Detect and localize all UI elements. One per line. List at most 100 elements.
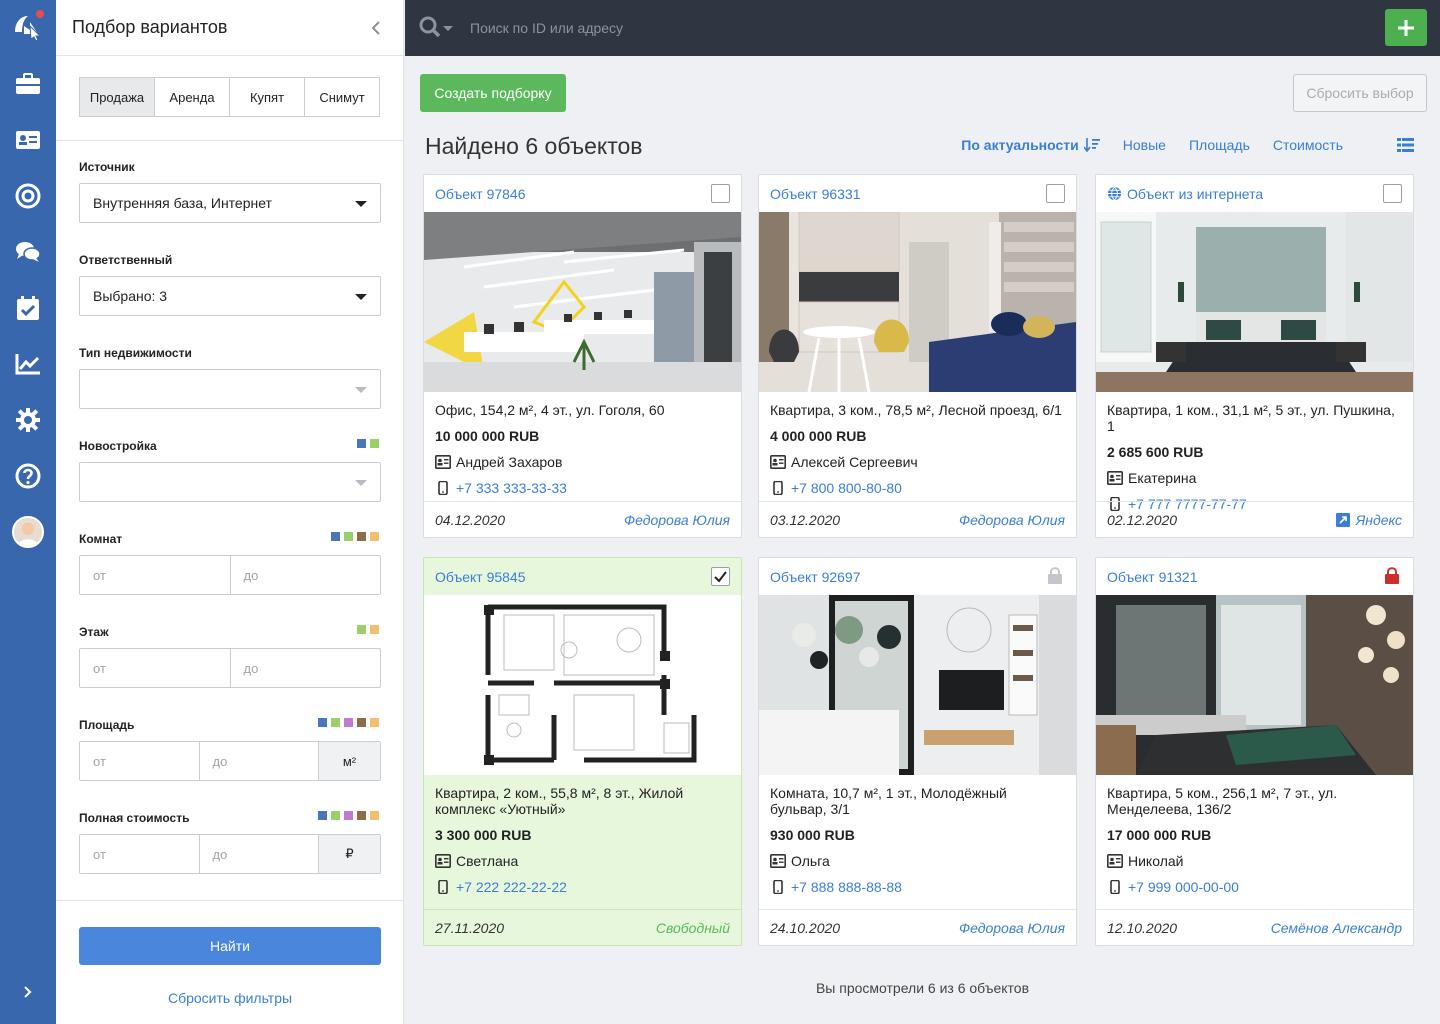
floorplan-image[interactable] [424, 595, 741, 775]
master-bedroom-photo[interactable] [1096, 595, 1413, 775]
sort-relevance[interactable]: По актуальности [961, 137, 1100, 153]
list-view-icon[interactable] [1397, 138, 1414, 152]
property-card-selected[interactable]: Объект 95845 Квартира, 2 ком., 55,8 м², … [423, 557, 742, 946]
phone-link[interactable]: +7 888 888-88-88 [791, 879, 902, 895]
price-range: от до ₽ [79, 834, 381, 874]
card-phone[interactable]: +7 999 000-00-00 [1107, 879, 1402, 895]
find-button[interactable]: Найти [79, 927, 381, 965]
card-title: Квартира, 2 ком., 55,8 м², 8 эт., Жилой … [435, 785, 684, 817]
contact-card-icon [1107, 471, 1123, 485]
card-checkbox-checked[interactable] [711, 567, 730, 586]
office-photo[interactable] [424, 212, 741, 392]
card-phone[interactable]: +7 800 800-80-80 [770, 480, 1065, 496]
bedroom-photo[interactable] [1096, 212, 1413, 392]
card-date: 04.12.2020 [435, 511, 506, 528]
tab-rent[interactable]: Аренда [154, 77, 230, 117]
phone-link[interactable]: +7 800 800-80-80 [791, 480, 902, 496]
search-input[interactable]: Поиск по ID или адресу [470, 20, 623, 36]
card-agent-link[interactable]: Семёнов Александр [1271, 920, 1402, 936]
tab-buy[interactable]: Купят [229, 77, 305, 117]
property-card[interactable]: Объект 96331 Квартира, 3 ком., 78,5 м², … [758, 174, 1077, 538]
source-select[interactable]: Внутренняя база, Интернет [79, 183, 381, 223]
briefcase-icon [16, 73, 40, 94]
tab-sale[interactable]: Продажа [79, 77, 155, 117]
card-agent-link[interactable]: Федорова Юлия [624, 512, 730, 528]
rail-deals[interactable] [14, 70, 42, 98]
card-phone[interactable]: +7 222 222-22-22 [435, 879, 730, 895]
card-agent-link[interactable]: Яндекс [1335, 512, 1402, 528]
phone-link[interactable]: +7 999 000-00-00 [1128, 879, 1239, 895]
card-id-link[interactable]: Объект 97846 [435, 186, 526, 202]
price-from-input[interactable]: от [80, 835, 200, 873]
card-price: 17 000 000 RUB [1107, 827, 1212, 843]
currency-button[interactable]: ₽ [319, 835, 380, 873]
area-unit-button[interactable]: м² [319, 742, 380, 780]
card-body: Офис, 154,2 м², 4 эт., ул. Гоголя, 60 10… [424, 392, 741, 496]
sort-area[interactable]: Площадь [1189, 137, 1250, 153]
checkmark-icon [714, 571, 727, 583]
card-phone[interactable]: +7 333 333-33-33 [435, 480, 730, 496]
property-card[interactable]: Объект 91321 Квартира, 5 ком., 256,1 м²,… [1095, 557, 1414, 946]
card-id-link[interactable]: Объект 95845 [435, 569, 526, 585]
floor-to-input[interactable]: до [231, 649, 381, 687]
app-logo[interactable] [12, 10, 44, 42]
card-id-link[interactable]: Объект 91321 [1107, 569, 1198, 585]
property-card[interactable]: Объект 92697 Комната, 10,7 м², 1 эт., Мо… [758, 557, 1077, 946]
sort-new[interactable]: Новые [1123, 137, 1166, 153]
card-agent-link[interactable]: Федорова Юлия [959, 512, 1065, 528]
floor-from-input[interactable]: от [80, 649, 231, 687]
phone-link[interactable]: +7 222 222-22-22 [456, 879, 567, 895]
rail-analytics[interactable] [14, 350, 42, 378]
property-card[interactable]: Объект 97846 Офис, 154,2 м², 4 эт., ул. … [423, 174, 742, 538]
avatar-image [14, 518, 42, 546]
card-checkbox[interactable] [1383, 184, 1402, 203]
caret-down-icon [355, 480, 367, 486]
user-avatar[interactable] [12, 516, 44, 548]
rail-target[interactable] [14, 182, 42, 210]
property-type-select[interactable] [79, 369, 381, 409]
deal-type-tabs: Продажа Аренда Купят Снимут [79, 77, 380, 117]
phone-link[interactable]: +7 333 333-33-33 [456, 480, 567, 496]
card-checkbox[interactable] [1046, 184, 1065, 203]
card-title: Офис, 154,2 м², 4 эт., ул. Гоголя, 60 [435, 402, 665, 418]
target-icon [15, 183, 41, 209]
lock-icon [1048, 567, 1062, 584]
chevron-left-icon[interactable] [369, 20, 383, 36]
new-building-select[interactable] [79, 462, 381, 502]
living-room-photo[interactable] [759, 595, 1076, 775]
rail-settings[interactable] [14, 406, 42, 434]
rail-contacts[interactable] [14, 126, 42, 154]
reset-selection-button[interactable]: Сбросить выбор [1293, 74, 1427, 112]
create-selection-button[interactable]: Создать подборку [420, 74, 566, 112]
rail-help[interactable] [14, 462, 42, 490]
responsible-select[interactable]: Выбрано: 3 [79, 276, 381, 316]
kitchen-photo[interactable] [759, 212, 1076, 392]
card-checkbox[interactable] [711, 184, 730, 203]
contact-name: Ольга [791, 853, 830, 869]
tab-will-rent[interactable]: Снимут [304, 77, 380, 117]
source-value: Внутренняя база, Интернет [93, 195, 272, 211]
card-id-link[interactable]: Объект 96331 [770, 186, 861, 202]
area-to-input[interactable]: до [200, 742, 319, 780]
reset-filters-link[interactable]: Сбросить фильтры [79, 990, 381, 1006]
area-from-input[interactable]: от [80, 742, 200, 780]
search-icon[interactable] [419, 16, 453, 40]
card-id-link[interactable]: Объект из интернета [1127, 186, 1263, 202]
sort-price[interactable]: Стоимость [1273, 137, 1343, 153]
add-button[interactable] [1385, 9, 1427, 46]
rail-calendar[interactable] [14, 294, 42, 322]
price-to-input[interactable]: до [200, 835, 319, 873]
chat-icon [16, 242, 41, 262]
rooms-from-input[interactable]: от [80, 556, 231, 594]
card-phone[interactable]: +7 888 888-88-88 [770, 879, 1065, 895]
card-footer: 04.12.2020 Федорова Юлия [424, 501, 741, 537]
card-agent-link[interactable]: Федорова Юлия [959, 920, 1065, 936]
card-header: Объект 96331 [759, 175, 1076, 212]
rail-expand-button[interactable] [18, 982, 38, 1002]
card-date: 02.12.2020 [1107, 511, 1178, 528]
rooms-to-input[interactable]: до [231, 556, 381, 594]
rail-chat[interactable] [14, 238, 42, 266]
property-card[interactable]: Объект из интернета Квартира, 1 ком., 31… [1095, 174, 1414, 538]
card-footer: 27.11.2020 Свободный [424, 909, 741, 945]
card-id-link[interactable]: Объект 92697 [770, 569, 861, 585]
